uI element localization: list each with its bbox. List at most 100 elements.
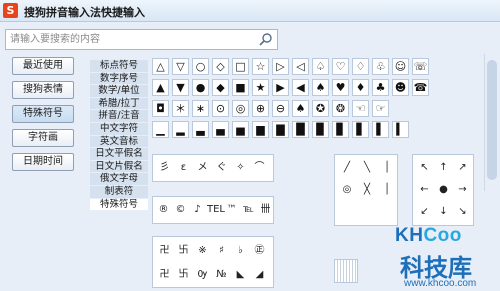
group-symbol[interactable]: ◢ xyxy=(251,264,268,286)
symbol-cell[interactable]: ☞ xyxy=(372,100,389,117)
scroll-thumb[interactable] xyxy=(487,60,497,180)
nav-recent-button[interactable]: 最近使用 xyxy=(12,57,74,75)
group-symbol[interactable]: ╳ xyxy=(358,180,376,200)
group-symbol[interactable]: № xyxy=(213,264,230,286)
symbol-cell[interactable]: ☜ xyxy=(352,100,369,117)
group-symbol[interactable]: ◎ xyxy=(338,180,356,200)
symbol-cell[interactable]: ◀ xyxy=(292,79,309,96)
symbol-cell[interactable]: ▉ xyxy=(312,121,329,138)
symbol-cell[interactable]: ∗ xyxy=(192,100,209,117)
group-symbol[interactable]: ↗ xyxy=(454,158,471,178)
symbol-cell[interactable]: ▲ xyxy=(152,79,169,96)
symbol-cell[interactable]: ⊙ xyxy=(212,100,229,117)
group-symbol[interactable]: ↖ xyxy=(416,158,433,178)
group-symbol[interactable]: ↑ xyxy=(435,158,452,178)
symbol-cell[interactable]: △ xyxy=(152,58,169,75)
group-symbol[interactable]: ♯ xyxy=(213,240,230,262)
symbol-cell[interactable]: ■ xyxy=(232,79,249,96)
category-item[interactable]: 日文片假名 xyxy=(90,160,148,174)
symbol-cell[interactable]: ◘ xyxy=(152,100,169,117)
symbol-cell[interactable]: ♠ xyxy=(312,79,329,96)
symbol-cell[interactable]: ▂ xyxy=(172,121,189,138)
group-symbol[interactable]: ╲ xyxy=(358,158,376,178)
symbol-cell[interactable]: ▼ xyxy=(172,79,189,96)
symbol-cell[interactable]: ○ xyxy=(192,58,209,75)
symbol-cell[interactable]: █ xyxy=(292,121,309,138)
group-symbol[interactable]: ⌒ xyxy=(251,158,268,178)
category-item[interactable]: 希腊/拉丁 xyxy=(90,97,148,111)
search-box[interactable] xyxy=(5,29,278,50)
symbol-cell[interactable]: ☺ xyxy=(392,58,409,75)
group-symbol[interactable]: ※ xyxy=(194,240,211,262)
symbol-cell[interactable]: ▁ xyxy=(152,121,169,138)
category-item-selected[interactable]: 特殊符号 xyxy=(90,198,148,212)
symbol-cell[interactable]: ▅ xyxy=(232,121,249,138)
category-item[interactable]: 中文字符 xyxy=(90,122,148,136)
symbol-cell[interactable]: ▶ xyxy=(272,79,289,96)
symbol-cell[interactable]: ♡ xyxy=(332,58,349,75)
symbol-cell[interactable]: ⊖ xyxy=(272,100,289,117)
group-symbol[interactable]: メ xyxy=(194,158,211,178)
symbol-cell[interactable]: ▷ xyxy=(272,58,289,75)
symbol-cell[interactable]: ☆ xyxy=(252,58,269,75)
scrollbar[interactable] xyxy=(484,54,498,191)
symbol-cell[interactable]: ▆ xyxy=(252,121,269,138)
category-item[interactable]: 俄文字母 xyxy=(90,173,148,186)
category-item[interactable]: 标点符号 xyxy=(90,60,148,73)
symbol-cell[interactable]: ♢ xyxy=(352,58,369,75)
group-symbol[interactable]: ♪ xyxy=(190,200,205,220)
group-symbol[interactable]: TEL xyxy=(207,200,225,220)
symbol-cell[interactable]: ♥ xyxy=(332,79,349,96)
group-symbol[interactable]: 彡 xyxy=(156,158,173,178)
group-symbol[interactable]: │ xyxy=(378,158,396,178)
symbol-cell[interactable]: ▽ xyxy=(172,58,189,75)
symbol-cell[interactable]: ❂ xyxy=(332,100,349,117)
group-symbol[interactable]: │ xyxy=(378,180,396,200)
group-symbol[interactable]: ← xyxy=(416,180,433,200)
group-symbol[interactable]: 卐 xyxy=(175,264,192,286)
pattern-swatch[interactable] xyxy=(334,259,358,283)
category-item[interactable]: 数字序号 xyxy=(90,72,148,86)
symbol-cell[interactable]: ☎ xyxy=(412,79,429,96)
symbol-cell[interactable]: ▄ xyxy=(212,121,229,138)
group-symbol[interactable]: ぐ xyxy=(213,158,230,178)
symbol-cell[interactable]: ● xyxy=(192,79,209,96)
group-symbol[interactable]: ™ xyxy=(224,200,239,220)
group-symbol[interactable]: 卌 xyxy=(258,200,273,220)
category-item[interactable]: 数学/单位 xyxy=(90,85,148,98)
symbol-cell[interactable]: ⊕ xyxy=(252,100,269,117)
symbol-cell[interactable]: ▇ xyxy=(272,121,289,138)
search-icon[interactable] xyxy=(258,32,273,47)
symbol-cell[interactable]: ▊ xyxy=(332,121,349,138)
symbol-cell[interactable]: ▃ xyxy=(192,121,209,138)
group-symbol[interactable]: Ѹ xyxy=(194,264,211,286)
symbol-cell[interactable]: ♠ xyxy=(292,100,309,117)
symbol-cell[interactable]: ☻ xyxy=(392,79,409,96)
search-input[interactable] xyxy=(10,32,254,47)
group-symbol[interactable]: ℡ xyxy=(241,200,256,220)
nav-datetime-button[interactable]: 日期时间 xyxy=(12,153,74,171)
symbol-cell[interactable]: ☏ xyxy=(412,58,429,75)
category-item[interactable]: 日文平假名 xyxy=(90,148,148,161)
category-item[interactable]: 英文音标 xyxy=(90,135,148,149)
symbol-cell[interactable]: ◁ xyxy=(292,58,309,75)
symbol-cell[interactable]: ◆ xyxy=(212,79,229,96)
nav-char-art-button[interactable]: 字符画 xyxy=(12,129,74,147)
symbol-cell[interactable]: ◎ xyxy=(232,100,249,117)
symbol-cell[interactable]: ★ xyxy=(252,79,269,96)
category-item[interactable]: 拼音/注音 xyxy=(90,110,148,123)
group-symbol[interactable]: ♭ xyxy=(232,240,249,262)
symbol-cell[interactable]: □ xyxy=(232,58,249,75)
group-symbol[interactable]: ✧ xyxy=(232,158,249,178)
symbol-cell[interactable]: ♦ xyxy=(352,79,369,96)
group-symbol[interactable]: ε xyxy=(175,158,192,178)
group-symbol[interactable]: ╱ xyxy=(338,158,356,178)
symbol-cell[interactable]: ♣ xyxy=(372,79,389,96)
nav-special-symbols-button[interactable]: 特殊符号 xyxy=(12,105,74,123)
group-symbol[interactable]: 卍 xyxy=(156,240,173,262)
symbol-cell[interactable]: ▋ xyxy=(352,121,369,138)
group-symbol[interactable]: © xyxy=(173,200,188,220)
symbol-cell[interactable]: ▌ xyxy=(372,121,389,138)
symbol-cell[interactable]: ◇ xyxy=(212,58,229,75)
group-symbol[interactable]: ◣ xyxy=(232,264,249,286)
